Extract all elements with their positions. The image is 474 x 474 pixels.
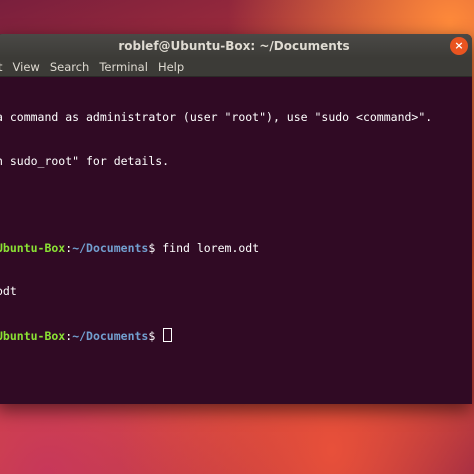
terminal-line: a command as administrator (user "root")…	[0, 110, 433, 124]
prompt-line: Ubuntu-Box:~/Documents$	[0, 327, 472, 343]
menu-bar: t View Search Terminal Help	[0, 58, 472, 77]
menu-item-help[interactable]: Help	[153, 60, 189, 74]
prompt-line: Ubuntu-Box:~/Documents$ find lorem.odt	[0, 241, 472, 256]
title-bar[interactable]: roblef@Ubuntu-Box: ~/Documents ×	[0, 34, 472, 58]
prompt-path: ~/Documents	[72, 328, 149, 343]
terminal-content[interactable]: a command as administrator (user "root")…	[0, 77, 472, 371]
window-title: roblef@Ubuntu-Box: ~/Documents	[118, 39, 350, 53]
prompt-user: Ubuntu-Box	[0, 240, 66, 255]
prompt-dollar: $	[148, 240, 163, 255]
terminal-window[interactable]: roblef@Ubuntu-Box: ~/Documents × t View …	[0, 34, 472, 404]
text-cursor[interactable]	[163, 327, 173, 342]
menu-item-edit[interactable]: t	[0, 60, 8, 74]
prompt-dollar: $	[148, 328, 163, 343]
menu-item-view[interactable]: View	[8, 60, 45, 74]
menu-item-terminal[interactable]: Terminal	[94, 60, 153, 74]
prompt-user: Ubuntu-Box	[0, 328, 66, 343]
prompt-path: ~/Documents	[72, 240, 149, 255]
desktop-background: roblef@Ubuntu-Box: ~/Documents × t View …	[0, 0, 474, 474]
command-text: find lorem.odt	[162, 240, 260, 255]
menu-item-search[interactable]: Search	[45, 60, 95, 74]
close-icon[interactable]: ×	[450, 37, 468, 55]
terminal-line: n sudo_root" for details.	[0, 153, 170, 168]
command-output: odt	[0, 284, 17, 298]
